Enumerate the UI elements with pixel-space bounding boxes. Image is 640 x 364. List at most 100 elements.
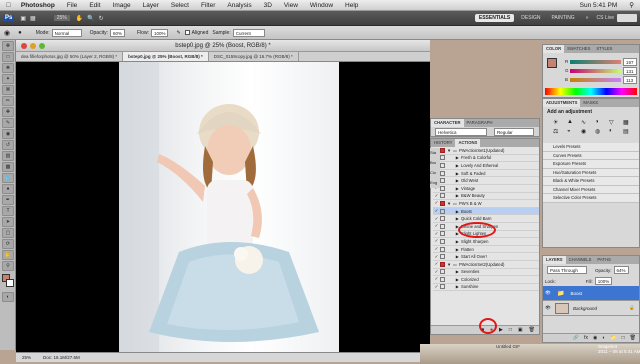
minimize-icon[interactable] xyxy=(30,43,36,49)
airbrush-icon[interactable]: ✎ xyxy=(176,30,180,36)
workspace-painting[interactable]: PAINTING xyxy=(547,14,578,22)
action-row[interactable]: ✓ ▶ Colorized xyxy=(433,276,539,284)
action-row[interactable]: ✓ ▶ Flatten xyxy=(433,246,539,254)
check-icon[interactable]: ✓ xyxy=(433,216,440,222)
healing-tool-icon[interactable]: ✚ xyxy=(2,107,14,117)
hue-sat-icon[interactable]: ▦ xyxy=(623,119,635,126)
dialog-toggle-icon[interactable] xyxy=(440,155,445,161)
dialog-toggle-icon[interactable] xyxy=(440,223,445,229)
color-fg-swatch[interactable] xyxy=(547,58,557,68)
tab-doc-3[interactable]: DSC_0159copy.jpg @ 16.7% (RGB/8) * xyxy=(209,52,299,61)
clone-stamp-tool-icon[interactable]: ◉ xyxy=(4,29,10,37)
action-arrow-icon[interactable]: ▶ xyxy=(447,163,461,168)
tab-adjustments[interactable]: ADJUSTMENTS xyxy=(543,99,581,107)
channel-mixer-icon[interactable]: ◍ xyxy=(595,128,607,135)
dialog-toggle-icon[interactable] xyxy=(440,269,445,275)
check-icon[interactable]: ✓ xyxy=(433,208,440,214)
action-row[interactable]: ✓▶Fresh & Colorful xyxy=(433,155,539,163)
curves-icon[interactable]: ∿ xyxy=(581,119,593,126)
menu-image[interactable]: Image xyxy=(107,2,137,9)
action-row[interactable]: ✓ ▶ Start All Over! xyxy=(433,253,539,261)
workspace-design[interactable]: DESIGN xyxy=(517,14,544,22)
levels-icon[interactable]: ▲ xyxy=(567,119,579,126)
dialog-toggle-icon[interactable] xyxy=(440,185,445,191)
dialog-toggle-icon[interactable] xyxy=(440,238,445,244)
dialog-toggle-icon[interactable] xyxy=(440,208,445,214)
check-icon[interactable]: ✓ xyxy=(433,254,440,260)
posterize-icon[interactable]: ▤ xyxy=(623,128,635,135)
action-arrow-icon[interactable]: ▶ xyxy=(447,216,461,221)
layer-row-background[interactable]: 👁 Background 🔒 xyxy=(543,301,639,316)
gradient-tool-icon[interactable]: ▩ xyxy=(2,162,14,172)
menu-analysis[interactable]: Analysis xyxy=(221,2,257,9)
check-icon[interactable]: ✓ xyxy=(433,238,440,244)
strip-item-4[interactable]: Eng xyxy=(430,178,440,188)
check-icon[interactable]: ✓ xyxy=(433,246,440,252)
strip-item-1[interactable]: Sta xyxy=(430,148,440,158)
new-set-icon[interactable]: □ xyxy=(509,327,512,333)
menu-help[interactable]: Help xyxy=(339,2,364,9)
blend-mode-select[interactable]: Pass Through xyxy=(547,266,587,274)
aligned-checkbox[interactable] xyxy=(184,30,190,35)
color-swatches[interactable] xyxy=(0,273,15,291)
action-row[interactable]: ✓ ▼ ▭ PW's B & W xyxy=(433,200,539,208)
rotate-view-icon[interactable]: ↻ xyxy=(99,15,104,22)
menu-window[interactable]: Window xyxy=(304,2,339,9)
tab-layers[interactable]: LAYERS xyxy=(543,256,566,264)
preset-item[interactable]: Hue/Saturation Presets xyxy=(543,168,639,177)
spotlight-icon[interactable]: ⚲ xyxy=(623,1,640,9)
layer-row-boost[interactable]: 👁 📁 Boost xyxy=(543,286,639,301)
invert-icon[interactable]: ◐ xyxy=(609,128,621,135)
zoom-window-icon[interactable] xyxy=(39,43,45,49)
dialog-toggle-icon[interactable] xyxy=(440,284,445,290)
cs-live[interactable]: CS Live xyxy=(596,15,614,21)
dialog-toggle-icon[interactable] xyxy=(440,261,445,267)
opacity-field[interactable]: 60% xyxy=(109,28,125,37)
blur-tool-icon[interactable]: 💧 xyxy=(2,173,14,183)
3d-rotate-tool-icon[interactable]: ⟳ xyxy=(2,239,14,249)
layer-opacity-field[interactable]: 64% xyxy=(613,266,629,274)
move-tool-icon[interactable]: ✥ xyxy=(2,41,14,51)
dialog-toggle-icon[interactable] xyxy=(440,162,445,168)
history-brush-icon[interactable]: ↺ xyxy=(2,140,14,150)
crop-tool-icon[interactable]: ⌘ xyxy=(2,85,14,95)
photo-filter-icon[interactable]: ◉ xyxy=(581,128,593,135)
preset-item[interactable]: Channel Mixer Presets xyxy=(543,185,639,194)
hand-icon[interactable]: ✋ xyxy=(76,15,83,22)
workspace-more[interactable]: » xyxy=(582,14,593,22)
zoom-tool-side-icon[interactable]: ⚲ xyxy=(2,261,14,271)
check-icon[interactable]: ✓ xyxy=(433,200,440,206)
flow-field[interactable]: 100% xyxy=(150,28,169,37)
action-row[interactable]: ✓▶Soft & Faded xyxy=(433,170,539,178)
check-icon[interactable]: ✓ xyxy=(433,269,440,275)
dialog-toggle-icon[interactable] xyxy=(440,193,445,199)
menu-filter[interactable]: Filter xyxy=(195,2,221,9)
eraser-tool-icon[interactable]: ▧ xyxy=(2,151,14,161)
brightness-icon[interactable]: ☀ xyxy=(553,119,565,126)
quick-mask-icon[interactable]: ◐ xyxy=(2,292,14,302)
marquee-tool-icon[interactable]: □ xyxy=(2,52,14,62)
menu-file[interactable]: File xyxy=(61,2,83,9)
mode-select[interactable]: Normal xyxy=(51,28,82,37)
preset-item[interactable]: Selective Color Presets xyxy=(543,194,639,203)
dialog-toggle-icon[interactable] xyxy=(440,200,445,206)
action-arrow-icon[interactable]: ▶ xyxy=(447,171,461,176)
brush-tool-icon[interactable]: ✎ xyxy=(2,118,14,128)
tab-channels[interactable]: CHANNELS xyxy=(566,256,595,264)
action-row[interactable]: ✓▶Old West xyxy=(433,177,539,185)
action-row[interactable]: ✓ ▼ ▭ PWActionSet2(Updated) xyxy=(433,261,539,269)
dialog-toggle-icon[interactable] xyxy=(440,231,445,237)
eye-icon[interactable]: 👁 xyxy=(543,305,553,311)
vibrance-icon[interactable]: ▽ xyxy=(609,119,621,126)
menu-3d[interactable]: 3D xyxy=(258,2,278,9)
action-arrow-icon[interactable]: ▶ xyxy=(447,155,461,160)
exposure-icon[interactable]: ◑ xyxy=(595,119,607,126)
new-group-icon[interactable]: 📁 xyxy=(610,334,616,342)
shape-tool-icon[interactable]: ▢ xyxy=(2,228,14,238)
action-row[interactable]: ✓ ▶ B&W Beauty xyxy=(433,193,539,201)
close-icon[interactable] xyxy=(21,43,27,49)
preset-item[interactable]: Curves Presets xyxy=(543,151,639,160)
launch-bridge-icon[interactable]: ▣ xyxy=(20,15,26,22)
green-value[interactable]: 131 xyxy=(623,66,637,75)
menu-app[interactable]: Photoshop xyxy=(17,2,61,9)
